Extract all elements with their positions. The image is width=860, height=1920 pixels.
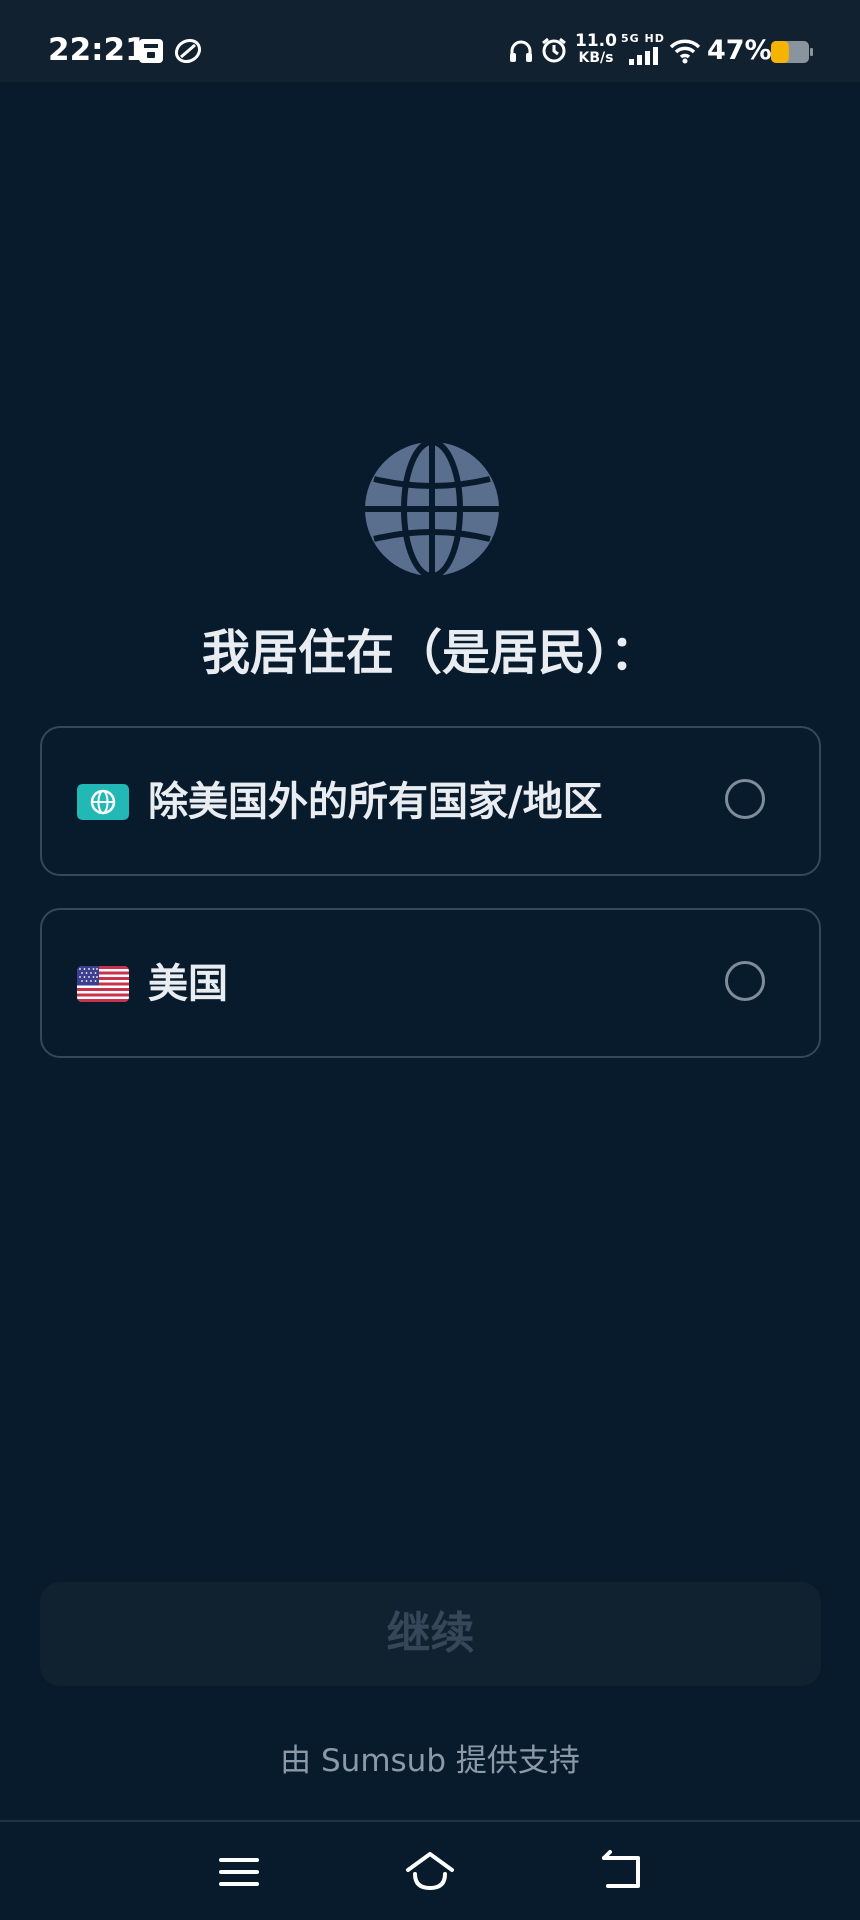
option-all-countries-except-us[interactable]: 除美国外的所有国家/地区	[40, 726, 821, 876]
battery-icon	[771, 41, 813, 63]
continue-button[interactable]: 继续	[40, 1582, 821, 1686]
screen: 22:21 11.0 KB/s 5G HD 47% 我居住在（是居民）： 除美国…	[0, 0, 860, 1920]
status-time: 22:21	[48, 32, 147, 68]
option-label: 美国	[148, 961, 228, 1007]
battery-percent: 47%	[707, 35, 772, 66]
radio-button-all-countries[interactable]	[725, 779, 765, 819]
page-title: 我居住在（是居民）：	[201, 625, 658, 681]
wifi-icon	[669, 39, 701, 64]
network-speed: 11.0 KB/s	[573, 32, 619, 66]
menu-icon[interactable]	[209, 1842, 269, 1902]
network-type-label: 5G HD	[621, 32, 665, 45]
globe-icon	[365, 441, 499, 577]
powered-by-text: 由 Sumsub 提供支持	[280, 1743, 580, 1779]
network-speed-unit: KB/s	[578, 50, 614, 66]
sync-icon	[174, 38, 202, 64]
option-label: 除美国外的所有国家/地区	[148, 779, 603, 825]
signal-icon	[629, 47, 658, 65]
globe-badge-icon	[77, 784, 129, 820]
us-flag-icon	[77, 966, 129, 1002]
option-united-states[interactable]: 美国	[40, 908, 821, 1058]
navigation-bar	[0, 1820, 860, 1920]
radio-button-united-states[interactable]	[725, 961, 765, 1001]
network-speed-value: 11.0	[575, 31, 617, 51]
home-icon[interactable]	[400, 1842, 460, 1902]
headphones-icon	[510, 40, 532, 62]
back-icon[interactable]	[592, 1842, 652, 1902]
storage-icon	[139, 39, 163, 63]
status-bar: 22:21 11.0 KB/s 5G HD 47%	[0, 0, 860, 82]
alarm-icon	[542, 37, 566, 63]
